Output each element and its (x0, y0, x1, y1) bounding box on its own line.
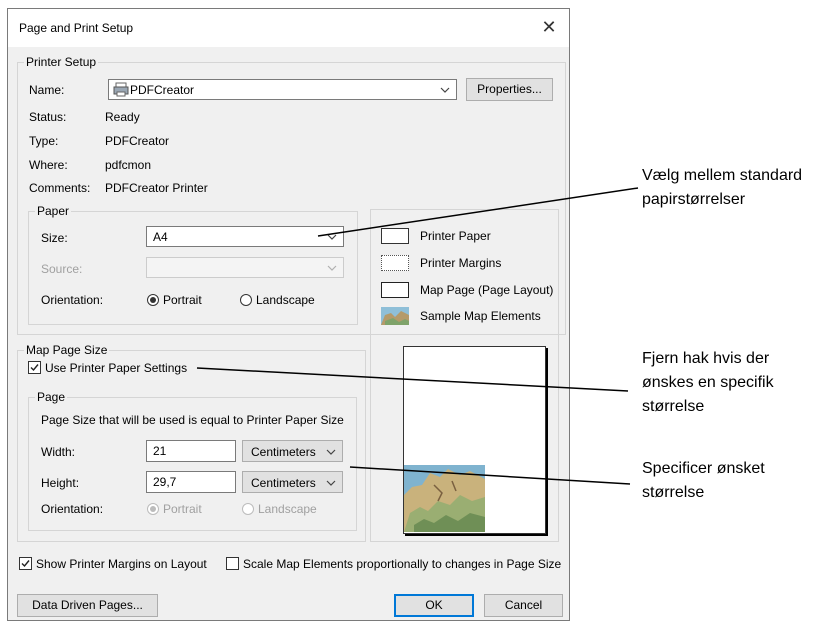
callout-line-size (349, 466, 631, 485)
annotation-text: størrelse (642, 484, 705, 501)
annotation-text: Fjern hak hvis der (642, 350, 770, 367)
annotation-specify-size: Specificer ønsket størrelse (642, 457, 765, 505)
annotation-paper-size: Vælg mellem standard papirstørrelser (642, 164, 802, 212)
annotation-text: Specificer ønsket (642, 460, 765, 477)
annotation-text: papirstørrelser (642, 191, 746, 208)
annotation-uncheck: Fjern hak hvis der ønskes en specifik st… (642, 347, 774, 419)
callout-line-checkbox (196, 367, 629, 392)
callout-lines (196, 187, 639, 485)
annotation-text: Vælg mellem standard (642, 167, 803, 184)
annotation-text: størrelse (642, 398, 705, 415)
annotation-text: ønskes en specifik (642, 374, 774, 391)
callout-line-paper-size (317, 187, 639, 237)
